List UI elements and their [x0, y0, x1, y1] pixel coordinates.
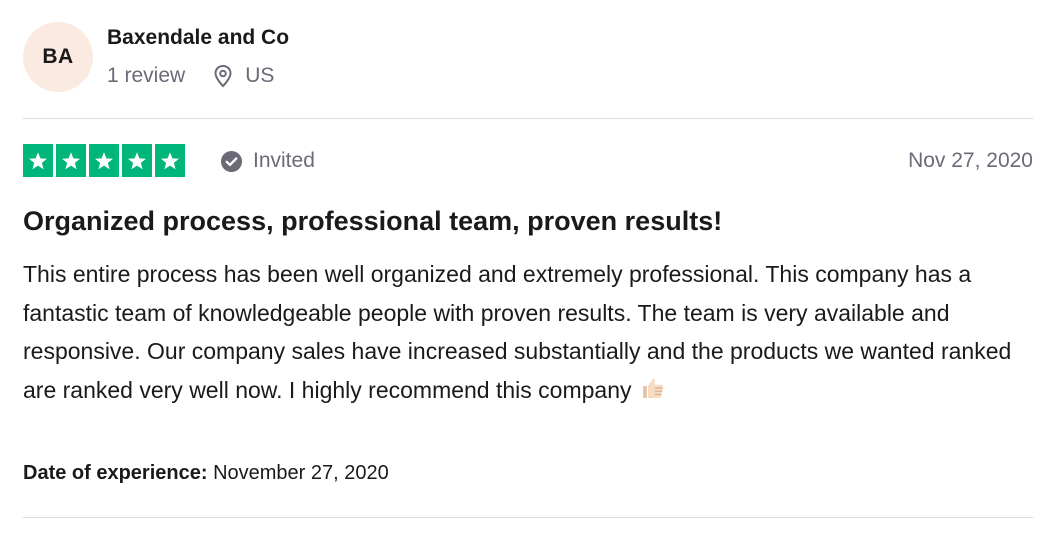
star-icon — [122, 144, 152, 177]
reviewer-name[interactable]: Baxendale and Co — [107, 26, 289, 50]
reviewer-country: US — [245, 64, 275, 87]
star-rating — [23, 144, 185, 177]
review-body: This entire process has been well organi… — [23, 255, 1033, 409]
reviewer-meta: 1 review US — [107, 64, 274, 88]
experience-label: Date of experience: — [23, 462, 208, 484]
review-card: BA Baxendale and Co 1 review US Invited … — [0, 0, 1056, 537]
map-pin-icon — [213, 64, 233, 88]
check-circle-icon — [220, 150, 243, 172]
avatar[interactable]: BA — [23, 22, 93, 92]
star-icon — [56, 144, 86, 177]
invited-label: Invited — [253, 149, 315, 172]
header-divider — [23, 118, 1033, 119]
reviewer-location: US — [213, 64, 274, 88]
review-count: 1 review — [107, 64, 186, 87]
star-icon — [155, 144, 185, 177]
experience-date: November 27, 2020 — [213, 462, 389, 484]
date-of-experience: Date of experience: November 27, 2020 — [23, 462, 389, 485]
invited-badge[interactable]: Invited — [220, 149, 315, 173]
star-icon — [89, 144, 119, 177]
footer-divider — [23, 517, 1033, 518]
avatar-initials: BA — [42, 45, 74, 68]
star-icon — [23, 144, 53, 177]
review-date: Nov 27, 2020 — [908, 149, 1033, 172]
review-body-text: This entire process has been well organi… — [23, 261, 1012, 403]
thumbs-up-icon — [642, 378, 663, 398]
review-title: Organized process, professional team, pr… — [23, 206, 723, 236]
